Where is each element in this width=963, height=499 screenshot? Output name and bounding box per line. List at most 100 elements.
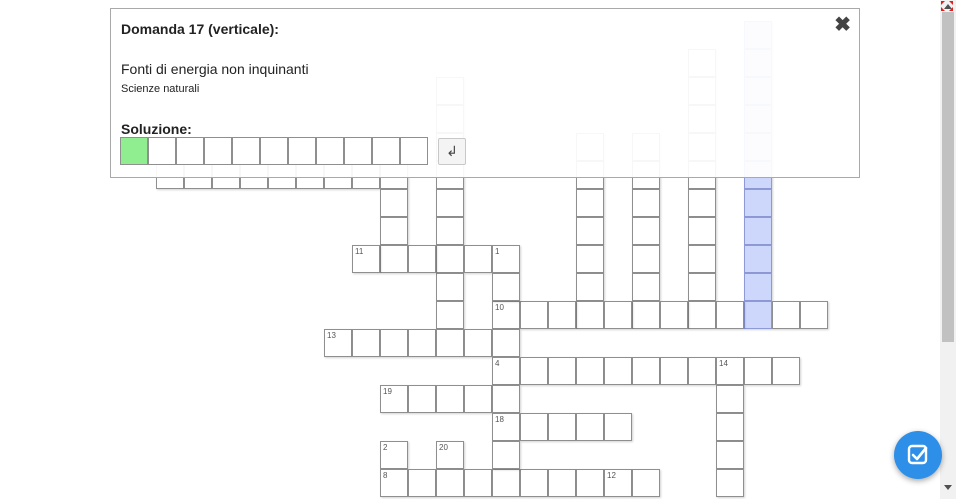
grid-cell[interactable] bbox=[436, 273, 464, 301]
grid-cell[interactable] bbox=[548, 469, 576, 497]
check-answers-button[interactable] bbox=[894, 431, 942, 479]
grid-cell[interactable] bbox=[744, 357, 772, 385]
grid-cell[interactable] bbox=[492, 469, 520, 497]
grid-cell[interactable] bbox=[632, 245, 660, 273]
scrollbar-thumb[interactable] bbox=[942, 12, 954, 342]
answer-letter-box[interactable] bbox=[148, 137, 176, 165]
grid-cell[interactable] bbox=[408, 469, 436, 497]
grid-cell[interactable]: 8 bbox=[380, 469, 408, 497]
grid-cell[interactable] bbox=[520, 301, 548, 329]
answer-letter-box[interactable] bbox=[288, 137, 316, 165]
answer-letter-box[interactable] bbox=[176, 137, 204, 165]
grid-cell[interactable] bbox=[548, 413, 576, 441]
grid-cell[interactable] bbox=[716, 441, 744, 469]
grid-cell[interactable] bbox=[716, 301, 744, 329]
grid-cell[interactable] bbox=[660, 301, 688, 329]
grid-cell[interactable] bbox=[716, 469, 744, 497]
grid-cell[interactable] bbox=[380, 329, 408, 357]
answer-letter-box[interactable] bbox=[344, 137, 372, 165]
grid-cell[interactable] bbox=[688, 189, 716, 217]
grid-cell[interactable] bbox=[688, 273, 716, 301]
answer-letter-box[interactable] bbox=[400, 137, 428, 165]
grid-cell[interactable] bbox=[772, 301, 800, 329]
grid-cell[interactable] bbox=[576, 217, 604, 245]
grid-cell[interactable] bbox=[772, 357, 800, 385]
grid-cell[interactable] bbox=[520, 413, 548, 441]
grid-cell[interactable] bbox=[632, 469, 660, 497]
grid-cell[interactable]: 14 bbox=[716, 357, 744, 385]
grid-cell[interactable] bbox=[604, 301, 632, 329]
fullscreen-icon[interactable] bbox=[940, 0, 954, 12]
grid-cell[interactable] bbox=[464, 469, 492, 497]
grid-cell[interactable] bbox=[492, 441, 520, 469]
grid-cell[interactable] bbox=[604, 357, 632, 385]
grid-cell[interactable] bbox=[436, 329, 464, 357]
grid-cell[interactable] bbox=[548, 301, 576, 329]
answer-letter-box[interactable] bbox=[372, 137, 400, 165]
grid-cell[interactable]: 12 bbox=[604, 469, 632, 497]
answer-letter-box[interactable] bbox=[316, 137, 344, 165]
grid-cell-highlighted[interactable] bbox=[744, 273, 772, 301]
answer-letter-box[interactable] bbox=[232, 137, 260, 165]
grid-cell[interactable] bbox=[716, 413, 744, 441]
grid-cell[interactable] bbox=[632, 189, 660, 217]
grid-cell[interactable] bbox=[436, 245, 464, 273]
grid-cell[interactable]: 4 bbox=[492, 357, 520, 385]
grid-cell[interactable]: 1 bbox=[492, 245, 520, 273]
grid-cell[interactable] bbox=[436, 469, 464, 497]
grid-cell[interactable] bbox=[520, 469, 548, 497]
grid-cell[interactable] bbox=[688, 245, 716, 273]
enter-button[interactable]: ↲ bbox=[438, 138, 466, 165]
grid-cell-highlighted[interactable] bbox=[744, 189, 772, 217]
scroll-down-arrow-icon[interactable] bbox=[940, 481, 956, 493]
grid-cell[interactable] bbox=[408, 245, 436, 273]
grid-cell[interactable] bbox=[352, 329, 380, 357]
grid-cell[interactable] bbox=[436, 189, 464, 217]
grid-cell[interactable] bbox=[688, 301, 716, 329]
grid-cell[interactable] bbox=[436, 217, 464, 245]
grid-cell[interactable] bbox=[520, 357, 548, 385]
grid-cell[interactable] bbox=[492, 329, 520, 357]
grid-cell[interactable] bbox=[576, 413, 604, 441]
grid-cell[interactable] bbox=[464, 329, 492, 357]
grid-cell[interactable] bbox=[688, 357, 716, 385]
grid-cell[interactable] bbox=[436, 385, 464, 413]
grid-cell[interactable] bbox=[632, 301, 660, 329]
vertical-scrollbar[interactable] bbox=[940, 0, 956, 499]
grid-cell[interactable] bbox=[492, 385, 520, 413]
grid-cell[interactable] bbox=[576, 245, 604, 273]
grid-cell[interactable] bbox=[576, 469, 604, 497]
grid-cell[interactable] bbox=[380, 217, 408, 245]
grid-cell[interactable]: 2 bbox=[380, 441, 408, 469]
grid-cell[interactable] bbox=[632, 217, 660, 245]
answer-letter-box[interactable] bbox=[204, 137, 232, 165]
grid-cell[interactable] bbox=[576, 357, 604, 385]
grid-cell[interactable] bbox=[688, 217, 716, 245]
grid-cell[interactable] bbox=[632, 273, 660, 301]
grid-cell[interactable]: 20 bbox=[436, 441, 464, 469]
grid-cell[interactable] bbox=[408, 385, 436, 413]
grid-cell[interactable] bbox=[800, 301, 828, 329]
grid-cell[interactable] bbox=[380, 245, 408, 273]
grid-cell-highlighted[interactable] bbox=[744, 217, 772, 245]
grid-cell-highlighted[interactable] bbox=[744, 301, 772, 329]
grid-cell[interactable] bbox=[436, 301, 464, 329]
grid-cell[interactable]: 18 bbox=[492, 413, 520, 441]
grid-cell[interactable] bbox=[492, 273, 520, 301]
grid-cell[interactable] bbox=[464, 245, 492, 273]
grid-cell[interactable]: 10 bbox=[492, 301, 520, 329]
grid-cell[interactable] bbox=[604, 413, 632, 441]
grid-cell[interactable]: 13 bbox=[324, 329, 352, 357]
grid-cell[interactable] bbox=[576, 189, 604, 217]
grid-cell[interactable]: 11 bbox=[352, 245, 380, 273]
grid-cell[interactable] bbox=[632, 357, 660, 385]
grid-cell[interactable] bbox=[548, 357, 576, 385]
grid-cell[interactable] bbox=[716, 385, 744, 413]
answer-letter-box-active[interactable] bbox=[120, 137, 148, 165]
grid-cell[interactable] bbox=[660, 357, 688, 385]
grid-cell[interactable] bbox=[408, 329, 436, 357]
answer-letter-box[interactable] bbox=[260, 137, 288, 165]
grid-cell[interactable] bbox=[576, 301, 604, 329]
grid-cell[interactable] bbox=[576, 273, 604, 301]
grid-cell[interactable] bbox=[464, 385, 492, 413]
